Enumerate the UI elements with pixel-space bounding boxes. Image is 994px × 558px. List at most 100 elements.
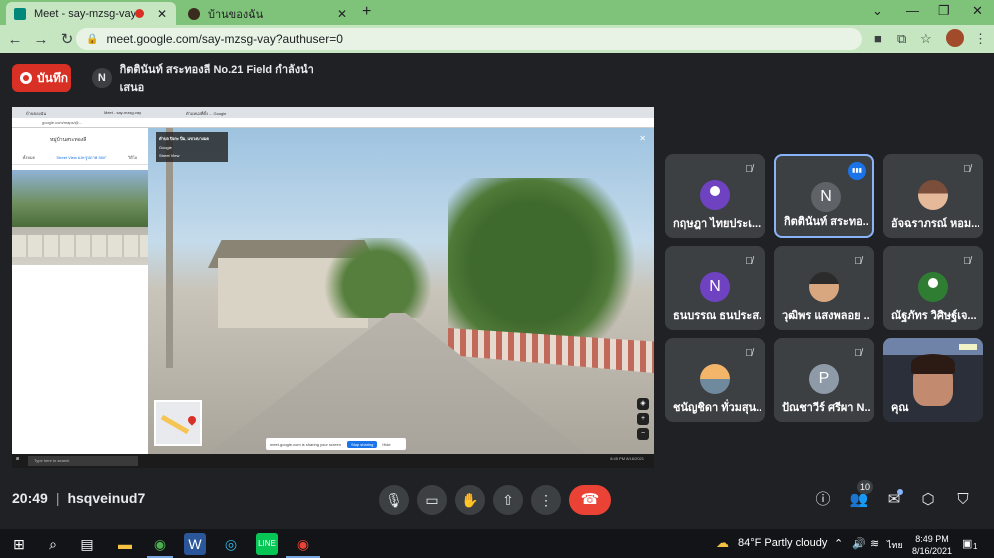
taskbar-clock[interactable]: 8:49 PM 8/16/2021 bbox=[908, 533, 956, 557]
utility-pole-graphic bbox=[166, 128, 173, 368]
participant-tile[interactable]: 🎙̸ ชนัญชิดา ทั่วมสุน... bbox=[665, 338, 765, 422]
tab-search-icon[interactable]: ⌄ bbox=[872, 3, 883, 19]
mic-muted-icon: 🎙̸ bbox=[745, 164, 753, 175]
hangup-icon: ☎ bbox=[580, 491, 600, 508]
translate-icon[interactable]: ⧉ bbox=[897, 31, 906, 47]
participant-tile[interactable]: P 🎙̸ ปัณชาวีร์ ศรีผา N... bbox=[774, 338, 874, 422]
participant-tile[interactable]: 🎙̸ วุฒิพร แสงพลอย ... bbox=[774, 246, 874, 330]
lock-icon: 🔒 bbox=[86, 33, 99, 45]
line-icon[interactable]: LINE bbox=[256, 533, 278, 555]
present-button[interactable]: ⇧ bbox=[493, 485, 523, 515]
shared-tab: ตำแหน่งที่ตั้ง ... Google bbox=[186, 111, 227, 116]
wall-decoration bbox=[12, 235, 148, 257]
maps-panel-tabs: ทั้งหมด Street View และรูปภาพ 360° วิดีโ… bbox=[12, 150, 148, 165]
participant-name: ธนบรรณ ธนประส... bbox=[673, 310, 761, 322]
participant-tile[interactable]: N ▮▮▮ กิตตินันท์ สระทอ... bbox=[774, 154, 874, 238]
activities-button[interactable]: ⬡ bbox=[917, 489, 939, 511]
reload-icon[interactable]: ↻ bbox=[56, 30, 78, 48]
language-indicator[interactable]: ไทย bbox=[887, 538, 903, 552]
chrome-icon[interactable]: ◉ bbox=[149, 533, 171, 555]
home-tab-favicon-icon bbox=[188, 7, 200, 20]
clock-time: 8:49 PM bbox=[915, 534, 949, 544]
minimize-button[interactable]: — bbox=[906, 3, 919, 18]
back-arrow-icon[interactable]: ← bbox=[4, 31, 26, 48]
bookmark-star-icon[interactable]: ☆ bbox=[920, 31, 932, 47]
camera-button[interactable]: ▭ bbox=[417, 485, 447, 515]
host-controls-button[interactable]: ⛉ bbox=[952, 489, 974, 511]
mic-muted-icon: 🎙̸ bbox=[963, 256, 971, 267]
shared-tab: Meet - say-mzsg-vay bbox=[104, 110, 142, 115]
tab-meet[interactable]: Meet - say-mzsg-vay ✕ bbox=[6, 2, 176, 25]
raise-hand-icon: ✋ bbox=[461, 492, 479, 508]
new-tab-button[interactable]: + bbox=[362, 3, 371, 21]
info-button[interactable]: ⓘ bbox=[812, 489, 834, 511]
mic-muted-icon: 🎙̸ bbox=[745, 348, 753, 359]
zoom-out-icon: − bbox=[637, 428, 649, 440]
more-options-button[interactable]: ⋮ bbox=[531, 485, 561, 515]
share-notice-text: meet.google.com is sharing your screen bbox=[270, 441, 341, 447]
notification-icon[interactable]: ▣ bbox=[962, 537, 972, 550]
more-icon: ⋮ bbox=[539, 492, 553, 508]
participant-name: วุฒิพร แสงพลอย ... bbox=[782, 310, 870, 322]
weather-text[interactable]: 84°F Partly cloudy bbox=[738, 537, 827, 549]
presenting-banner: N กิตตินันท์ สระทองลี No.21 Field กำลังน… bbox=[84, 63, 334, 94]
edge-icon[interactable]: ◎ bbox=[220, 533, 242, 555]
participant-avatar bbox=[918, 180, 948, 210]
video-person bbox=[911, 354, 955, 374]
participant-name: ณัฐภัทร วิศิษฐ์เจ... bbox=[891, 310, 977, 322]
word-icon[interactable]: W bbox=[184, 533, 206, 555]
tray-chevron-icon[interactable]: ⌃ bbox=[834, 537, 843, 550]
participant-name: คุณ bbox=[891, 402, 909, 414]
tab-home[interactable]: บ้านของฉัน ✕ bbox=[180, 2, 356, 25]
leave-call-button[interactable]: ☎ bbox=[569, 485, 611, 515]
maps-side-panel: หมู่บ้านสระทองลี ทั้งหมด Street View และ… bbox=[12, 128, 148, 460]
presenter-avatar: N bbox=[92, 68, 112, 88]
participant-avatar bbox=[809, 272, 839, 302]
recording-label: บันทึก bbox=[37, 70, 68, 85]
mic-button[interactable]: 🎙 bbox=[379, 485, 409, 515]
forward-arrow-icon[interactable]: → bbox=[30, 31, 52, 48]
wifi-icon[interactable]: ≋ bbox=[870, 537, 879, 550]
raise-hand-button[interactable]: ✋ bbox=[455, 485, 485, 515]
participant-tile[interactable]: N 🎙̸ ธนบรรณ ธนประส... bbox=[665, 246, 765, 330]
zoom-controls: ◈ + − bbox=[636, 398, 650, 440]
maximize-button[interactable]: ❐ bbox=[938, 3, 950, 19]
participant-tile[interactable]: 🎙̸ ณัฐภัทร วิศิษฐ์เจ... bbox=[883, 246, 983, 330]
participant-tile[interactable]: 🎙̸ กฤษฎา ไทยประเ... bbox=[665, 154, 765, 238]
screen-share-notice: meet.google.com is sharing your screen S… bbox=[266, 438, 406, 450]
weather-icon[interactable]: ☁ bbox=[716, 535, 729, 551]
search-icon[interactable]: ⌕ bbox=[42, 533, 64, 555]
camera-icon: ▭ bbox=[425, 492, 439, 508]
address-bar[interactable]: 🔒 meet.google.com/say-mzsg-vay?authuser=… bbox=[76, 28, 862, 50]
camera-status-icon[interactable]: ■ bbox=[874, 31, 882, 46]
zoom-in-icon: + bbox=[637, 413, 649, 425]
street-photo-thumbnail bbox=[12, 170, 148, 265]
profile-avatar[interactable] bbox=[946, 29, 964, 47]
windows-start-icon[interactable]: ⊞ bbox=[8, 533, 30, 555]
browser-tab-strip: Meet - say-mzsg-vay ✕ บ้านของฉัน ✕ + ⌄ —… bbox=[0, 0, 994, 25]
meeting-time: 20:49 bbox=[12, 490, 48, 506]
windows-start-icon: ⊞ bbox=[16, 456, 20, 461]
task-view-icon[interactable]: ▤ bbox=[76, 533, 98, 555]
participant-name: ปัณชาวีร์ ศรีผา N... bbox=[782, 402, 870, 414]
recording-button[interactable]: บันทึก bbox=[12, 64, 71, 92]
mic-muted-icon: 🎙̸ bbox=[854, 348, 862, 359]
speaker-icon[interactable]: 🔊 bbox=[852, 537, 866, 550]
chrome-profile-icon[interactable]: ◉ bbox=[292, 533, 314, 555]
info-icon: ⓘ bbox=[815, 491, 831, 508]
video-background bbox=[959, 344, 977, 350]
participant-tile[interactable]: 🎙̸ อัจฉราภรณ์ หอม... bbox=[883, 154, 983, 238]
shared-browser-tabs: บ้านของฉัน Meet - say-mzsg-vay ตำแหน่งที… bbox=[12, 107, 654, 118]
close-tab-icon[interactable]: ✕ bbox=[154, 7, 170, 21]
shared-clock: 8:45 PM 8/16/2021 bbox=[610, 456, 644, 461]
mini-map bbox=[154, 400, 202, 446]
close-window-button[interactable]: ✕ bbox=[972, 3, 983, 19]
close-tab-icon[interactable]: ✕ bbox=[334, 7, 350, 21]
participant-avatar bbox=[700, 364, 730, 394]
browser-menu-icon[interactable]: ⋮ bbox=[974, 31, 987, 47]
participant-tile[interactable]: คุณ bbox=[883, 338, 983, 422]
card-sub: Google bbox=[159, 145, 172, 150]
file-explorer-icon[interactable]: ▬ bbox=[114, 533, 136, 555]
activities-icon: ⬡ bbox=[921, 491, 935, 508]
hide-button: Hide bbox=[382, 441, 391, 447]
